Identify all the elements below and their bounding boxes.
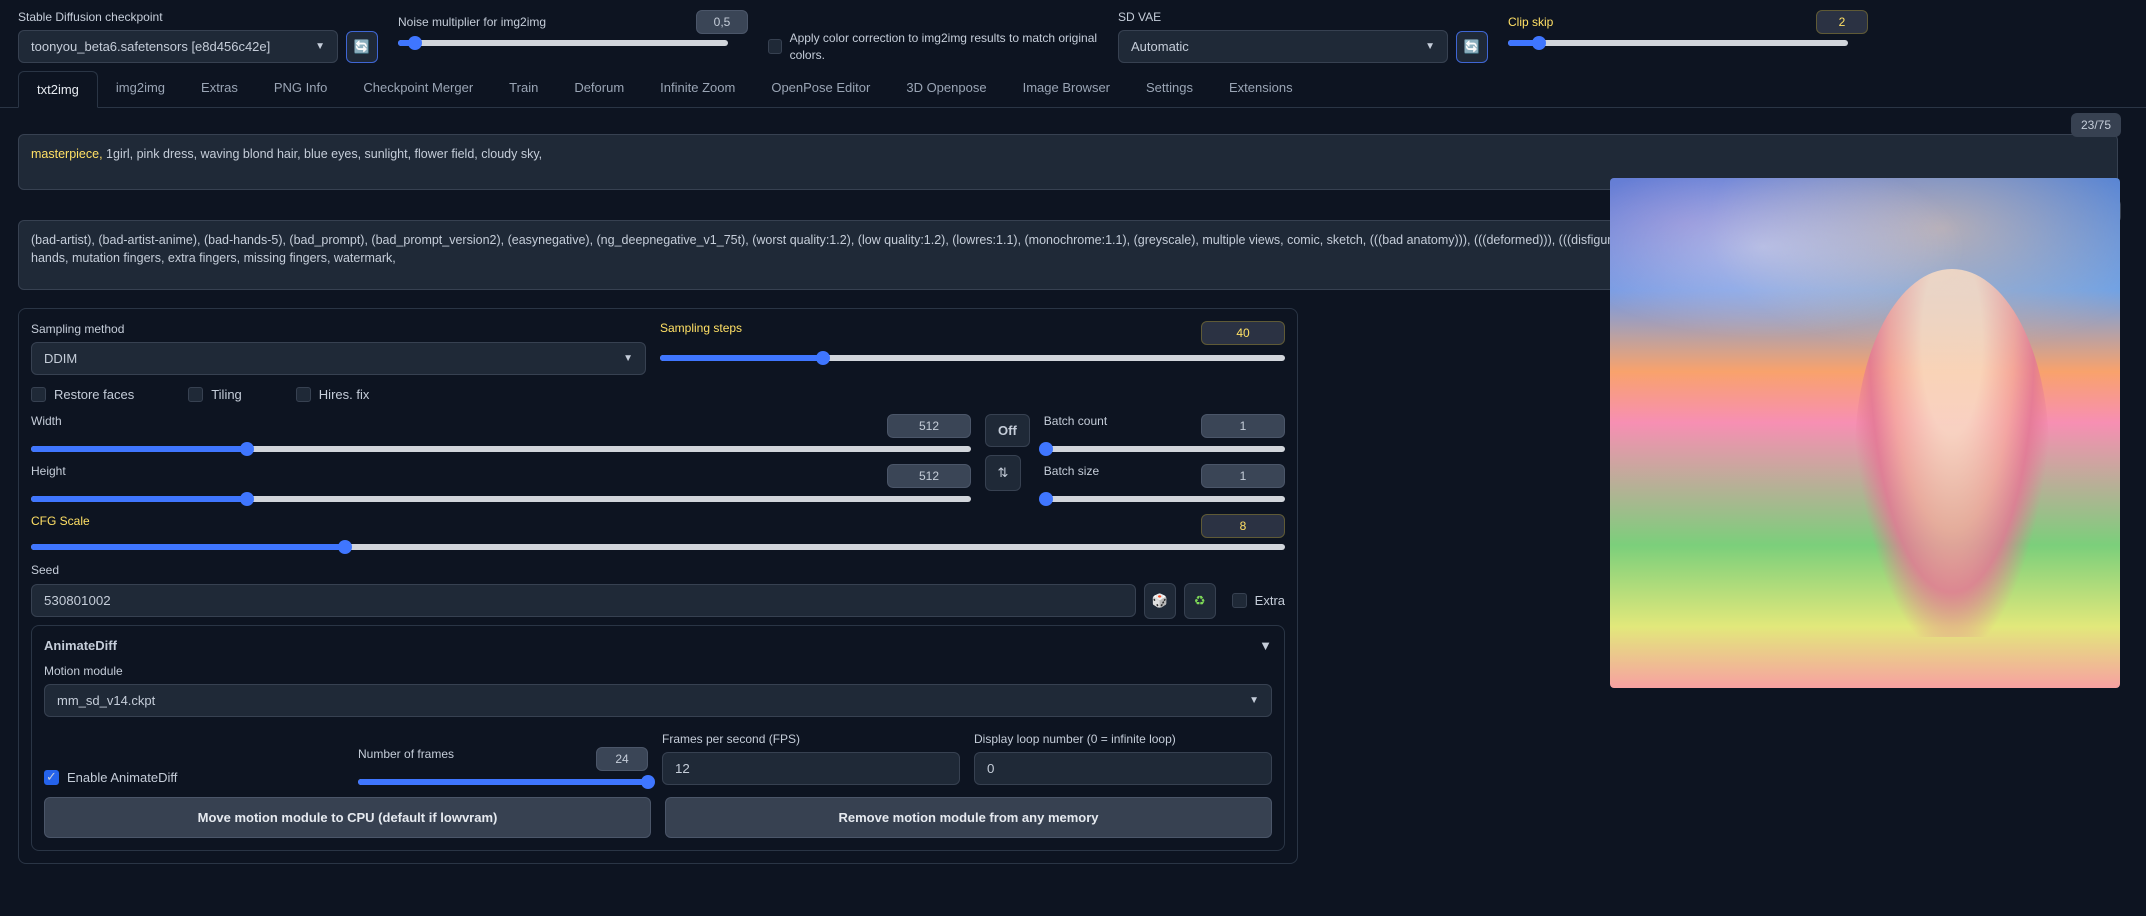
move-to-cpu-button[interactable]: Move motion module to CPU (default if lo… [44, 797, 651, 838]
vae-label: SD VAE [1118, 10, 1488, 24]
checkpoint-label: Stable Diffusion checkpoint [18, 10, 378, 24]
hires-fix-checkbox[interactable] [296, 387, 311, 402]
motion-module-value: mm_sd_v14.ckpt [57, 693, 155, 708]
seed-input[interactable] [31, 584, 1136, 617]
restore-faces-checkbox[interactable] [31, 387, 46, 402]
tab-openpose-editor[interactable]: OpenPose Editor [753, 70, 888, 107]
frames-slider[interactable] [358, 779, 648, 785]
clip-skip-slider[interactable] [1508, 40, 1848, 46]
vae-value: Automatic [1131, 39, 1189, 54]
cfg-slider[interactable] [31, 544, 1285, 550]
tab-infinite-zoom[interactable]: Infinite Zoom [642, 70, 753, 107]
chevron-down-icon: ▼ [1425, 41, 1435, 52]
hires-fix-row[interactable]: Hires. fix [296, 387, 370, 402]
sampling-method-label: Sampling method [31, 322, 124, 336]
fps-input[interactable] [662, 752, 960, 785]
tab-extras[interactable]: Extras [183, 70, 256, 107]
batch-count-label: Batch count [1044, 414, 1107, 438]
output-preview[interactable] [1610, 178, 2120, 688]
height-label: Height [31, 464, 66, 488]
hires-fix-label: Hires. fix [319, 387, 370, 402]
batch-size-label: Batch size [1044, 464, 1099, 488]
sampling-method-select[interactable]: DDIM ▼ [31, 342, 646, 375]
extra-seed-label: Extra [1255, 593, 1285, 608]
restore-faces-row[interactable]: Restore faces [31, 387, 134, 402]
random-seed-button[interactable]: 🎲 [1144, 583, 1176, 619]
tab-extensions[interactable]: Extensions [1211, 70, 1311, 107]
noise-label: Noise multiplier for img2img [398, 15, 546, 29]
color-correction-label: Apply color correction to img2img result… [790, 30, 1098, 64]
off-button[interactable]: Off [985, 414, 1030, 447]
loop-input[interactable] [974, 752, 1272, 785]
tab-deforum[interactable]: Deforum [556, 70, 642, 107]
motion-module-select[interactable]: mm_sd_v14.ckpt ▼ [44, 684, 1272, 717]
animatediff-panel: AnimateDiff ▼ Motion module mm_sd_v14.ck… [31, 625, 1285, 851]
height-value[interactable]: 512 [887, 464, 971, 488]
prompt-counter: 23/75 [2071, 113, 2121, 137]
motion-module-label: Motion module [44, 664, 123, 678]
loop-label: Display loop number (0 = infinite loop) [974, 732, 1176, 746]
main-tabs: txt2imgimg2imgExtrasPNG InfoCheckpoint M… [0, 70, 2146, 108]
color-correction-checkbox[interactable] [768, 39, 782, 54]
prompt-highlight: masterpiece, [31, 147, 103, 161]
checkpoint-value: toonyou_beta6.safetensors [e8d456c42e] [31, 39, 270, 54]
prompt-text: 1girl, pink dress, waving blond hair, bl… [103, 147, 543, 161]
tab-png-info[interactable]: PNG Info [256, 70, 345, 107]
batch-count-value[interactable]: 1 [1201, 414, 1285, 438]
chevron-down-icon: ▼ [1249, 695, 1259, 706]
tab-train[interactable]: Train [491, 70, 556, 107]
noise-value[interactable]: 0,5 [696, 10, 748, 34]
width-slider[interactable] [31, 446, 971, 452]
batch-size-value[interactable]: 1 [1201, 464, 1285, 488]
clip-skip-value[interactable]: 2 [1816, 10, 1868, 34]
extra-seed-checkbox[interactable] [1232, 593, 1247, 608]
tiling-row[interactable]: Tiling [188, 387, 242, 402]
swap-dimensions-button[interactable]: ⇅ [985, 455, 1021, 491]
tab-image-browser[interactable]: Image Browser [1005, 70, 1128, 107]
tab-settings[interactable]: Settings [1128, 70, 1211, 107]
width-label: Width [31, 414, 62, 438]
tiling-checkbox[interactable] [188, 387, 203, 402]
sampling-steps-label: Sampling steps [660, 321, 742, 345]
batch-size-slider[interactable] [1044, 496, 1285, 502]
sampling-method-value: DDIM [44, 351, 77, 366]
chevron-down-icon: ▼ [623, 353, 633, 364]
fps-label: Frames per second (FPS) [662, 732, 800, 746]
tab-txt2img[interactable]: txt2img [18, 71, 98, 108]
clip-skip-label: Clip skip [1508, 15, 1553, 29]
cfg-label: CFG Scale [31, 514, 90, 538]
refresh-vae-button[interactable]: 🔄 [1456, 31, 1488, 63]
enable-animatediff-checkbox[interactable]: ✓ [44, 770, 59, 785]
restore-faces-label: Restore faces [54, 387, 134, 402]
frames-value[interactable]: 24 [596, 747, 648, 771]
tab-img2img[interactable]: img2img [98, 70, 183, 107]
sampling-steps-value[interactable]: 40 [1201, 321, 1285, 345]
width-value[interactable]: 512 [887, 414, 971, 438]
cfg-value[interactable]: 8 [1201, 514, 1285, 538]
noise-slider[interactable] [398, 40, 728, 46]
animatediff-header[interactable]: AnimateDiff ▼ [44, 638, 1272, 653]
refresh-checkpoint-button[interactable]: 🔄 [346, 31, 378, 63]
checkpoint-select[interactable]: toonyou_beta6.safetensors [e8d456c42e] ▼ [18, 30, 338, 63]
height-slider[interactable] [31, 496, 971, 502]
reuse-seed-button[interactable]: ♻ [1184, 583, 1216, 619]
sampling-steps-slider[interactable] [660, 355, 1285, 361]
tab-3d-openpose[interactable]: 3D Openpose [888, 70, 1004, 107]
batch-count-slider[interactable] [1044, 446, 1285, 452]
vae-select[interactable]: Automatic ▼ [1118, 30, 1448, 63]
remove-motion-button[interactable]: Remove motion module from any memory [665, 797, 1272, 838]
tab-checkpoint-merger[interactable]: Checkpoint Merger [345, 70, 491, 107]
animatediff-title: AnimateDiff [44, 638, 117, 653]
seed-label: Seed [31, 563, 59, 577]
enable-animatediff-label: Enable AnimateDiff [67, 770, 177, 785]
triangle-down-icon: ▼ [1259, 638, 1272, 653]
tiling-label: Tiling [211, 387, 242, 402]
frames-label: Number of frames [358, 747, 454, 771]
chevron-down-icon: ▼ [315, 41, 325, 52]
